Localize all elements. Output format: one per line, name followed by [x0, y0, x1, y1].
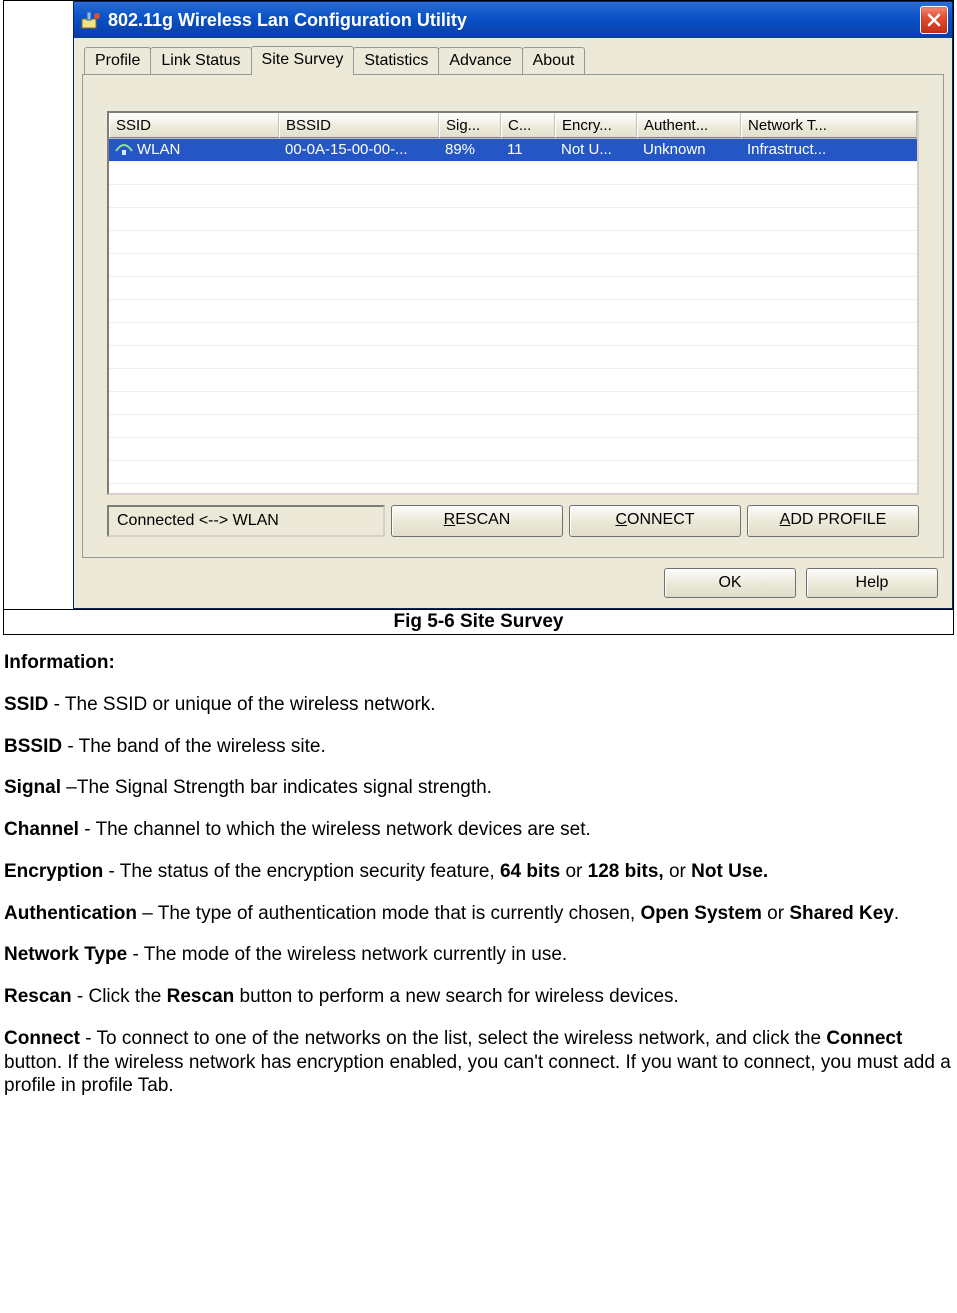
client-area: ProfileLink StatusSite SurveyStatisticsA… — [74, 38, 952, 608]
signal-desc: Signal –The Signal Strength bar indicate… — [4, 776, 953, 800]
tab-link-status[interactable]: Link Status — [150, 47, 251, 74]
network-row[interactable]: WLAN00-0A-15-00-00-...89%11Not U...Unkno… — [109, 139, 917, 162]
empty-row — [109, 231, 917, 254]
ok-button[interactable]: OK — [664, 568, 796, 598]
column-header[interactable]: Network T... — [741, 113, 917, 138]
tab-panel-site-survey: SSIDBSSIDSig...C...Encry...Authent...Net… — [82, 74, 944, 558]
add-profile-button[interactable]: ADD PROFILE — [747, 505, 919, 537]
empty-row — [109, 185, 917, 208]
cell: 00-0A-15-00-00-... — [279, 139, 439, 161]
figure-caption: Fig 5-6 Site Survey — [3, 609, 954, 635]
app-window: 802.11g Wireless Lan Configuration Utili… — [73, 1, 953, 609]
connection-status: Connected <--> WLAN — [107, 505, 385, 537]
figure-container: 802.11g Wireless Lan Configuration Utili… — [3, 0, 954, 609]
rescan-desc: Rescan - Click the Rescan button to perf… — [4, 985, 953, 1009]
cell: WLAN — [109, 139, 279, 161]
empty-row — [109, 369, 917, 392]
cell: 11 — [501, 139, 555, 161]
cell: Not U... — [555, 139, 637, 161]
empty-row — [109, 415, 917, 438]
column-header[interactable]: Encry... — [555, 113, 637, 138]
ssid-desc: SSID - The SSID or unique of the wireles… — [4, 693, 953, 717]
tab-strip: ProfileLink StatusSite SurveyStatisticsA… — [82, 46, 944, 74]
status-row: Connected <--> WLAN RESCAN CONNECT ADD P… — [107, 505, 919, 537]
connect-desc: Connect - To connect to one of the netwo… — [4, 1027, 953, 1098]
empty-row — [109, 461, 917, 484]
empty-row — [109, 346, 917, 369]
cell: Unknown — [637, 139, 741, 161]
empty-row — [109, 277, 917, 300]
close-icon — [927, 13, 941, 27]
wifi-icon — [115, 142, 133, 156]
column-header[interactable]: Authent... — [637, 113, 741, 138]
column-header[interactable]: C... — [501, 113, 555, 138]
empty-row — [109, 300, 917, 323]
help-button[interactable]: Help — [806, 568, 938, 598]
authentication-desc: Authentication – The type of authenticat… — [4, 902, 953, 926]
empty-row — [109, 392, 917, 415]
tab-profile[interactable]: Profile — [84, 47, 151, 74]
cell: Infrastruct... — [741, 139, 917, 161]
column-header[interactable]: BSSID — [279, 113, 439, 138]
connect-button[interactable]: CONNECT — [569, 505, 741, 537]
tab-about[interactable]: About — [522, 47, 586, 74]
titlebar: 802.11g Wireless Lan Configuration Utili… — [74, 2, 952, 38]
bssid-desc: BSSID - The band of the wireless site. — [4, 735, 953, 759]
empty-row — [109, 484, 917, 495]
list-header: SSIDBSSIDSig...C...Encry...Authent...Net… — [109, 113, 917, 139]
dialog-buttons: OK Help — [82, 558, 944, 598]
empty-row — [109, 438, 917, 461]
window-title: 802.11g Wireless Lan Configuration Utili… — [108, 10, 920, 31]
app-icon — [80, 9, 102, 31]
tab-statistics[interactable]: Statistics — [353, 47, 439, 74]
tab-site-survey[interactable]: Site Survey — [251, 46, 355, 75]
empty-row — [109, 208, 917, 231]
rescan-button[interactable]: RESCAN — [391, 505, 563, 537]
channel-desc: Channel - The channel to which the wirel… — [4, 818, 953, 842]
networktype-desc: Network Type - The mode of the wireless … — [4, 943, 953, 967]
cell: 89% — [439, 139, 501, 161]
tab-advance[interactable]: Advance — [438, 47, 522, 74]
network-list[interactable]: SSIDBSSIDSig...C...Encry...Authent...Net… — [107, 111, 919, 495]
column-header[interactable]: Sig... — [439, 113, 501, 138]
column-header[interactable]: SSID — [109, 113, 279, 138]
encryption-desc: Encryption - The status of the encryptio… — [4, 860, 953, 884]
close-button[interactable] — [920, 6, 948, 34]
empty-row — [109, 254, 917, 277]
list-body: WLAN00-0A-15-00-00-...89%11Not U...Unkno… — [109, 139, 917, 495]
document-body: Information: SSID - The SSID or unique o… — [0, 651, 957, 1098]
information-heading: Information: — [4, 652, 115, 673]
empty-row — [109, 162, 917, 185]
empty-row — [109, 323, 917, 346]
